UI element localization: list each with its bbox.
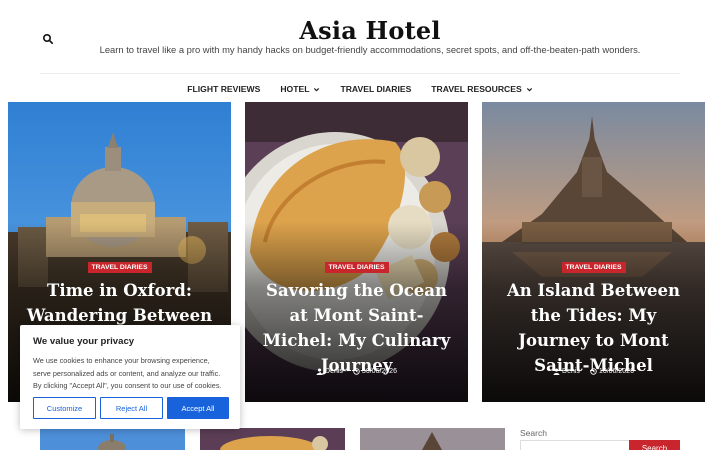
cookie-title: We value your privacy: [33, 336, 135, 347]
clock-icon: [353, 368, 360, 375]
sidebar-search-button[interactable]: Search: [629, 440, 680, 450]
post-date: 30/06/2026: [353, 368, 397, 375]
category-badge[interactable]: TRAVEL DIARIES: [561, 262, 626, 273]
chevron-down-icon: [314, 87, 320, 92]
cookie-text: We use cookies to enhance your browsing …: [33, 356, 222, 390]
sidebar-search-label: Search: [520, 428, 547, 438]
post-thumbnail-image: [200, 428, 345, 450]
main-navigation: FLIGHT REVIEWS HOTEL TRAVEL DIARIES TRAV…: [0, 82, 720, 96]
reject-all-button[interactable]: Reject All: [100, 397, 163, 419]
user-icon: [553, 368, 560, 375]
cookie-buttons: Customize Reject All Accept All: [33, 397, 229, 419]
post-author[interactable]: Denis: [316, 368, 343, 375]
featured-post-card[interactable]: TRAVEL DIARIES An Island Between the Tid…: [482, 102, 705, 402]
user-icon: [316, 368, 323, 375]
nav-item-flight-reviews[interactable]: FLIGHT REVIEWS: [187, 82, 260, 96]
post-thumbnail-image: [360, 428, 505, 450]
post-meta: Denis 10/06/2026: [482, 368, 705, 375]
category-badge[interactable]: TRAVEL DIARIES: [324, 262, 389, 273]
cookie-consent-banner: We value your privacy We use cookies to …: [20, 325, 240, 429]
nav-item-travel-resources[interactable]: TRAVEL RESOURCES: [431, 82, 532, 96]
site-title[interactable]: Asia Hotel: [0, 16, 720, 45]
post-meta: Denis 30/06/2026: [245, 368, 468, 375]
customize-button[interactable]: Customize: [33, 397, 96, 419]
accept-all-button[interactable]: Accept All: [167, 397, 229, 419]
post-thumbnail[interactable]: [200, 428, 345, 450]
post-title[interactable]: Time in Oxford: Wandering Between: [20, 278, 219, 328]
clock-icon: [590, 368, 597, 375]
nav-item-travel-diaries[interactable]: TRAVEL DIARIES: [340, 82, 411, 96]
nav-item-label: HOTEL: [280, 84, 310, 94]
post-thumbnail[interactable]: [40, 428, 185, 450]
post-title[interactable]: Savoring the Ocean at Mont Saint-Michel:…: [257, 278, 456, 378]
post-date: 10/06/2026: [590, 368, 634, 375]
sidebar-search-input[interactable]: [520, 440, 630, 450]
nav-item-label: TRAVEL DIARIES: [340, 84, 412, 94]
post-thumbnail-image: [40, 428, 185, 450]
post-thumbnail[interactable]: [360, 428, 505, 450]
nav-item-label: FLIGHT REVIEWS: [187, 84, 261, 94]
site-tagline: Learn to travel like a pro with my handy…: [99, 44, 641, 55]
featured-post-card[interactable]: TRAVEL DIARIES Savoring the Ocean at Mon…: [245, 102, 468, 402]
post-title[interactable]: An Island Between the Tides: My Journey …: [494, 278, 693, 378]
nav-item-hotel[interactable]: HOTEL: [280, 82, 320, 96]
post-author[interactable]: Denis: [553, 368, 580, 375]
header-divider: [40, 73, 680, 74]
nav-item-label: TRAVEL RESOURCES: [431, 84, 522, 94]
category-badge[interactable]: TRAVEL DIARIES: [87, 262, 152, 273]
chevron-down-icon: [526, 87, 532, 92]
